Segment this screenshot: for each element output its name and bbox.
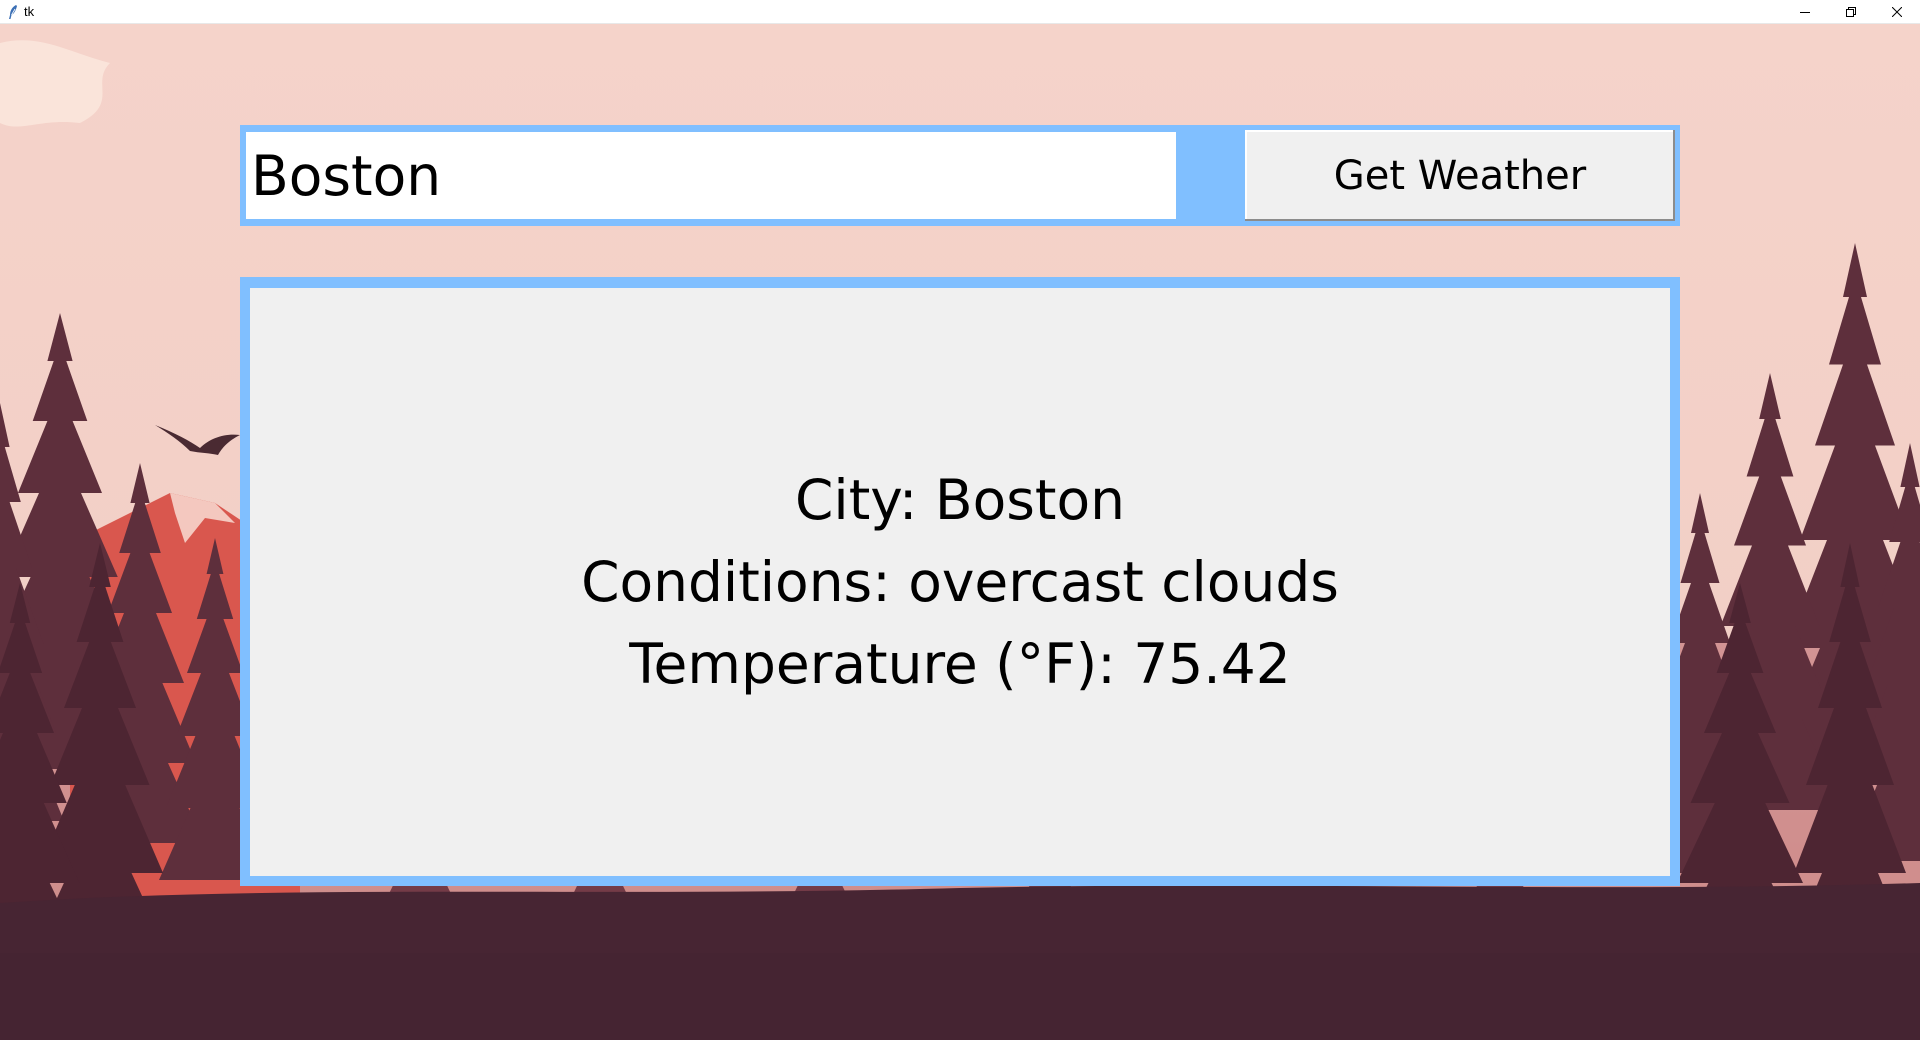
tk-feather-icon: [2, 1, 24, 23]
close-button[interactable]: [1874, 0, 1920, 23]
minimize-icon: [1800, 11, 1810, 13]
weather-app-window: tk Boston Get Weather City: Boston Condi…: [0, 0, 1920, 1040]
weather-result-frame: City: Boston Conditions: overcast clouds…: [240, 277, 1680, 886]
restore-icon: [1846, 6, 1856, 17]
window-title: tk: [24, 4, 35, 19]
restore-button[interactable]: [1828, 0, 1874, 23]
city-search-input[interactable]: [246, 132, 1176, 219]
window-controls: [1782, 0, 1920, 23]
minimize-button[interactable]: [1782, 0, 1828, 23]
weather-result-label: City: Boston Conditions: overcast clouds…: [250, 288, 1670, 876]
window-titlebar: tk: [0, 0, 1920, 24]
close-icon: [1892, 6, 1902, 17]
city-line: City: Boston: [795, 468, 1125, 532]
temperature-line: Temperature (°F): 75.42: [629, 632, 1291, 696]
get-weather-button[interactable]: Get Weather: [1245, 130, 1675, 221]
conditions-line: Conditions: overcast clouds: [581, 550, 1339, 614]
search-frame: Get Weather: [240, 125, 1680, 226]
